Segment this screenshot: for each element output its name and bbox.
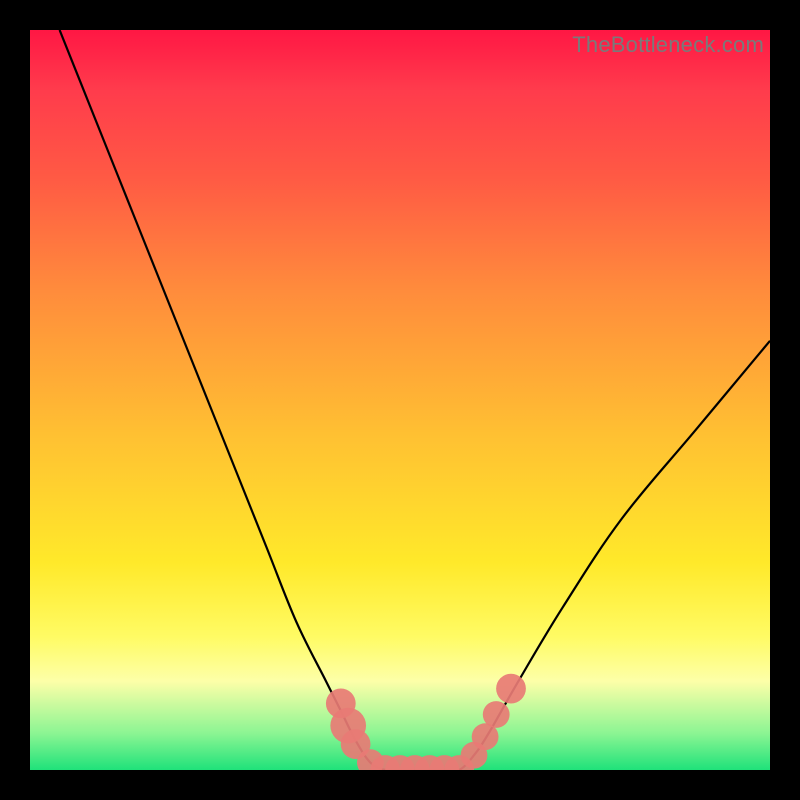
- chart-frame: TheBottleneck.com: [0, 0, 800, 800]
- data-marker: [483, 701, 510, 728]
- watermark-label: TheBottleneck.com: [572, 32, 764, 58]
- marker-layer: [30, 30, 770, 770]
- plot-area: TheBottleneck.com: [30, 30, 770, 770]
- marker-group: [326, 674, 526, 770]
- data-marker: [496, 674, 526, 704]
